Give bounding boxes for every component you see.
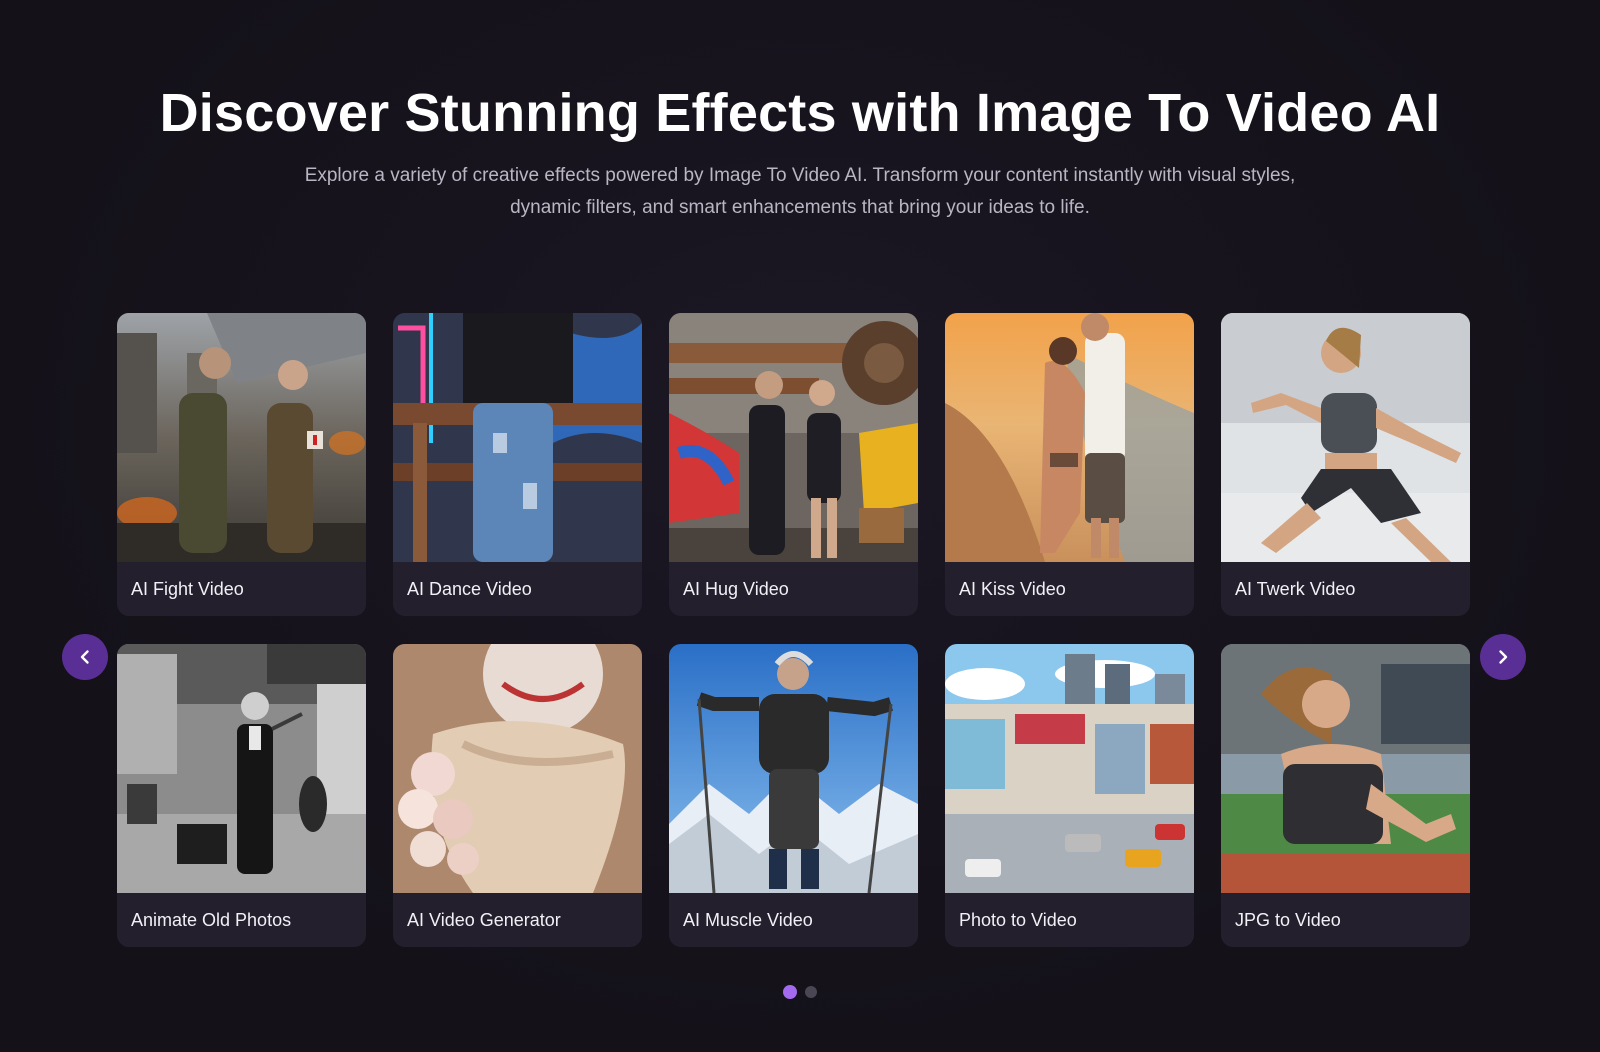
effect-card-jpg-to-video[interactable]: JPG to Video [1221,644,1470,947]
effect-card-label: AI Video Generator [407,910,561,930]
effect-thumbnail [669,313,918,562]
effect-thumbnail [393,644,642,893]
page-title: Discover Stunning Effects with Image To … [159,83,1441,143]
effect-card-ai-fight-video[interactable]: AI Fight Video [117,313,366,616]
effect-card-label: AI Twerk Video [1235,579,1356,599]
effect-thumbnail [1221,313,1470,562]
effect-card-label: AI Dance Video [407,579,532,599]
page-subtitle: Explore a variety of creative effects po… [304,165,1296,218]
effect-card-ai-kiss-video[interactable]: AI Kiss Video [945,313,1194,616]
effect-card-ai-dance-video[interactable]: AI Dance Video [393,313,642,616]
effect-thumbnail [117,313,366,562]
pagination-dot-1[interactable] [783,985,797,999]
chevron-right-icon [1499,650,1508,664]
chevron-left-icon [80,650,89,664]
effect-card-label: Animate Old Photos [131,910,292,930]
effect-card-label: AI Fight Video [131,579,244,599]
carousel-pagination [0,985,1600,999]
carousel-prev-button[interactable] [62,634,108,680]
effect-card-label: Photo to Video [959,910,1077,930]
effect-thumbnail [669,644,918,893]
effect-card-label: AI Kiss Video [959,579,1066,599]
effect-card-ai-hug-video[interactable]: AI Hug Video [669,313,918,616]
effect-card-animate-old-photos[interactable]: Animate Old Photos [117,644,366,947]
effect-thumbnail [393,313,642,562]
effect-card-label: JPG to Video [1235,910,1341,930]
effect-card-label: AI Muscle Video [683,910,813,930]
pagination-dot-2[interactable] [805,986,817,998]
carousel-next-button[interactable] [1480,634,1526,680]
effect-thumbnail [945,313,1194,562]
effects-section: Discover Stunning Effects with Image To … [0,0,1600,1052]
effect-thumbnail [117,644,366,893]
effect-card-photo-to-video[interactable]: Photo to Video [945,644,1194,947]
effect-card-ai-muscle-video[interactable]: AI Muscle Video [669,644,918,947]
effect-card-ai-twerk-video[interactable]: AI Twerk Video [1221,313,1470,616]
effects-grid: AI Fight Video AI Dance Video AI Hug Vid… [117,313,1471,947]
effect-card-ai-video-generator[interactable]: AI Video Generator [393,644,642,947]
effect-card-label: AI Hug Video [683,579,789,599]
effect-thumbnail [1221,644,1470,893]
effect-thumbnail [945,644,1194,893]
